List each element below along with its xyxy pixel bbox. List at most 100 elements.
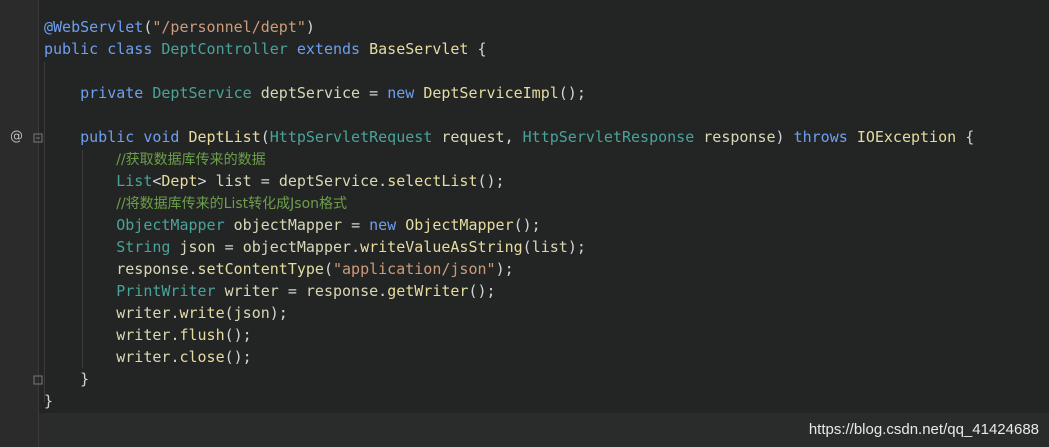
token-punct: ( <box>224 304 234 322</box>
token-comment: //获取数据库传来的数据 <box>116 152 266 168</box>
token-punct: (); <box>468 282 496 300</box>
token-punct: ( <box>323 260 333 278</box>
watermark-url: https://blog.csdn.net/qq_41424688 <box>808 421 1039 438</box>
token-comment: //将数据库传来的List转化成Json格式 <box>116 196 348 212</box>
token-ident: objectMapper <box>242 238 352 256</box>
token-kw: new <box>387 84 424 102</box>
token-punct: = <box>351 216 370 234</box>
token-punct: ( <box>260 128 270 146</box>
token-type: PrintWriter <box>44 282 225 300</box>
token-method: selectList <box>387 172 478 190</box>
code-line-class-decl[interactable]: public class DeptController extends Base… <box>44 38 487 60</box>
token-punct: = <box>369 84 388 102</box>
token-punct: { <box>477 40 487 58</box>
token-ident: response <box>305 282 379 300</box>
code-line-print-writer[interactable]: PrintWriter writer = response.getWriter(… <box>44 280 496 302</box>
code-line-class-close[interactable]: } <box>44 390 53 412</box>
token-kw: private <box>44 84 153 102</box>
token-punct: ) <box>305 18 315 36</box>
token-method: ObjectMapper <box>405 216 514 234</box>
code-line-comment-2[interactable]: //将数据库传来的List转化成Json格式 <box>44 192 347 214</box>
token-punct: = <box>260 172 279 190</box>
token-punct: . <box>378 172 388 190</box>
code-line-field-decl[interactable]: private DeptService deptService = new De… <box>44 82 586 104</box>
code-line-write[interactable]: writer.write(json); <box>44 302 288 324</box>
token-ident: json <box>233 304 270 322</box>
token-ident: writer <box>224 282 288 300</box>
token-method: flush <box>179 326 225 344</box>
code-line-method-close[interactable]: } <box>44 368 89 390</box>
token-ident: writer <box>44 304 171 322</box>
code-line-close[interactable]: writer.close(); <box>44 346 252 368</box>
token-ident: list <box>531 238 568 256</box>
token-kw: class <box>107 40 162 58</box>
token-punct: ) <box>775 128 794 146</box>
token-punct: = <box>224 238 243 256</box>
token-method: IOException <box>856 128 966 146</box>
fold-collapse-icon[interactable] <box>33 133 43 143</box>
token-punct: (); <box>224 326 252 344</box>
token-punct <box>44 194 116 212</box>
override-marker[interactable]: @ <box>10 129 23 144</box>
token-punct: (); <box>558 84 586 102</box>
token-kw: new <box>369 216 406 234</box>
token-punct: ); <box>269 304 288 322</box>
token-method: writeValueAsString <box>360 238 523 256</box>
token-type: HttpServletResponse <box>522 128 704 146</box>
token-method: DeptList <box>188 128 261 146</box>
token-punct: > <box>197 172 216 190</box>
token-punct: (); <box>224 348 252 366</box>
code-line-annotation[interactable]: @WebServlet("/personnel/dept") <box>44 16 315 38</box>
token-kw: void <box>143 128 189 146</box>
token-type: String <box>44 238 180 256</box>
token-type: List <box>44 172 153 190</box>
token-punct: ); <box>567 238 586 256</box>
token-method: Dept <box>161 172 198 190</box>
token-punct: } <box>44 392 54 410</box>
code-line-method-decl[interactable]: public void DeptList(HttpServletRequest … <box>44 126 974 148</box>
token-punct: = <box>287 282 306 300</box>
code-line-json-string[interactable]: String json = objectMapper.writeValueAsS… <box>44 236 586 258</box>
token-punct: . <box>351 238 361 256</box>
token-method: BaseServlet <box>369 40 478 58</box>
token-method: close <box>179 348 225 366</box>
token-str: "application/json" <box>333 260 496 278</box>
token-punct: } <box>44 370 90 388</box>
code-line-select-list[interactable]: List<Dept> list = deptService.selectList… <box>44 170 505 192</box>
token-punct: . <box>188 260 198 278</box>
token-method: write <box>179 304 225 322</box>
token-type: DeptController <box>161 40 297 58</box>
code-line-object-mapper[interactable]: ObjectMapper objectMapper = new ObjectMa… <box>44 214 541 236</box>
token-ident: json <box>179 238 225 256</box>
token-ident: deptService <box>260 84 370 102</box>
token-ident: writer <box>44 348 171 366</box>
fold-end-icon[interactable] <box>33 375 43 385</box>
token-ident: request <box>441 128 505 146</box>
token-punct: { <box>965 128 975 146</box>
token-method: getWriter <box>387 282 469 300</box>
token-punct: , <box>504 128 523 146</box>
code-editor[interactable]: @ @WebServlet("/personnel/dept") public c… <box>0 0 1049 447</box>
token-punct: (); <box>477 172 505 190</box>
token-ident: response <box>703 128 776 146</box>
token-punct: (); <box>513 216 541 234</box>
code-line-flush[interactable]: writer.flush(); <box>44 324 252 346</box>
token-punct: ( <box>522 238 532 256</box>
code-line-content-type[interactable]: response.setContentType("application/jso… <box>44 258 514 280</box>
token-type: HttpServletRequest <box>269 128 442 146</box>
token-ident: response <box>44 260 189 278</box>
token-ident: deptService <box>278 172 379 190</box>
token-kw: public <box>44 40 108 58</box>
token-punct <box>44 150 116 168</box>
token-ident: objectMapper <box>233 216 352 234</box>
token-ident: list <box>215 172 261 190</box>
token-kw: public <box>44 128 144 146</box>
token-method: setContentType <box>197 260 324 278</box>
token-ident: writer <box>44 326 171 344</box>
token-kw: extends <box>296 40 370 58</box>
token-punct: ); <box>495 260 514 278</box>
code-line-comment-1[interactable]: //获取数据库传来的数据 <box>44 148 266 170</box>
token-kw: throws <box>793 128 857 146</box>
token-punct: . <box>378 282 388 300</box>
token-kw: @WebServlet <box>44 18 144 36</box>
